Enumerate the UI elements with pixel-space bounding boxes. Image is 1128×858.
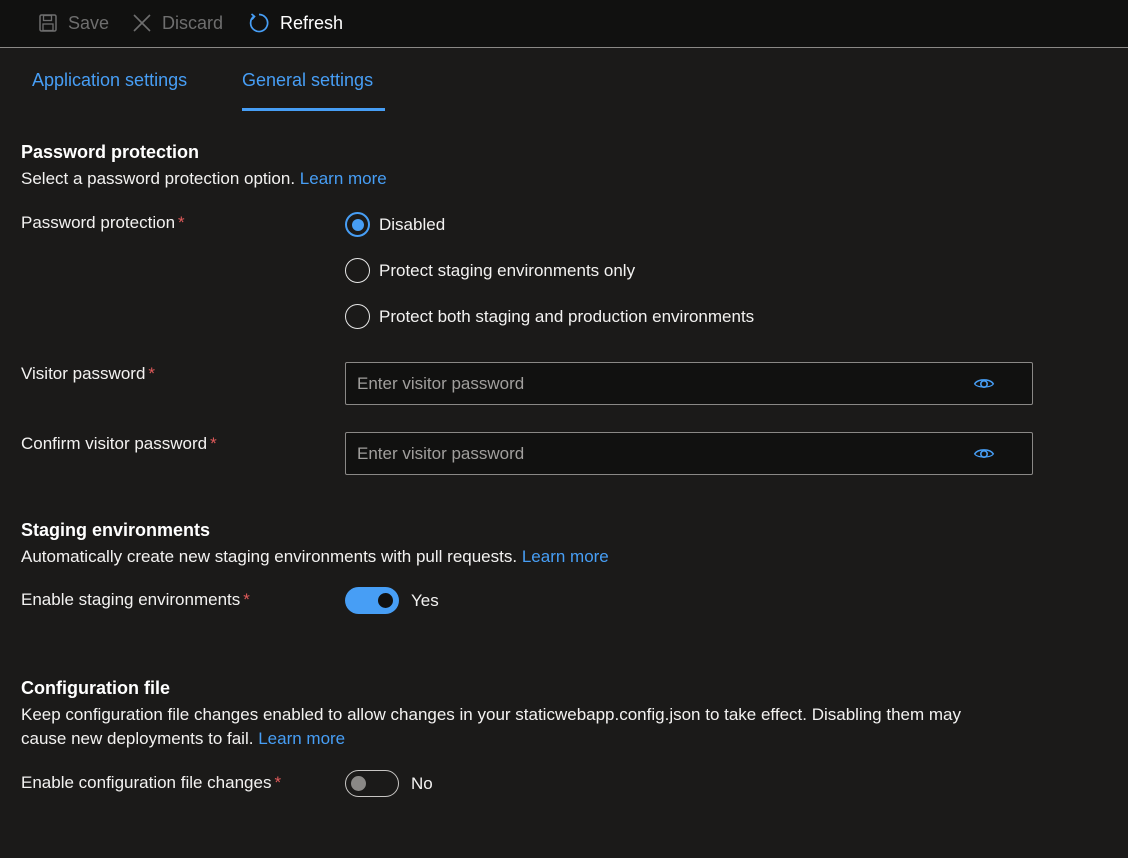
staging-section-title: Staging environments — [21, 520, 211, 540]
required-marker: * — [243, 590, 250, 609]
config-description-line2: cause new deployments to fail. — [21, 729, 254, 748]
staging-toggle[interactable] — [345, 587, 399, 614]
save-icon — [38, 13, 58, 33]
refresh-label: Refresh — [280, 12, 344, 33]
staging-section-description: Automatically create new staging environ… — [21, 545, 609, 569]
confirm-password-label: Confirm visitor password * — [21, 434, 217, 454]
confirm-password-field — [345, 432, 1033, 475]
required-marker: * — [210, 434, 217, 453]
visitor-password-field — [345, 362, 1033, 405]
password-learn-more-link[interactable]: Learn more — [300, 169, 387, 188]
radio-dot — [351, 218, 364, 231]
password-protection-label: Password protection * — [21, 213, 185, 233]
radio-option-staging-only[interactable]: Protect staging environments only — [345, 258, 635, 283]
close-icon — [132, 13, 152, 33]
toggle-knob — [351, 776, 366, 791]
staging-toggle-text: Yes — [411, 590, 439, 610]
tab-application-settings[interactable]: Application settings — [32, 70, 187, 108]
enable-config-label-text: Enable configuration file changes — [21, 773, 272, 792]
radio-button[interactable] — [345, 258, 370, 283]
refresh-icon — [248, 12, 270, 34]
radio-button-checked[interactable] — [345, 212, 370, 237]
save-button[interactable]: Save — [38, 10, 109, 36]
discard-label: Discard — [162, 12, 224, 33]
toggle-knob — [378, 593, 393, 608]
radio-option-staging-production[interactable]: Protect both staging and production envi… — [345, 304, 754, 329]
config-learn-more-link[interactable]: Learn more — [258, 729, 345, 748]
radio-button[interactable] — [345, 304, 370, 329]
config-toggle-text: No — [411, 773, 433, 793]
config-toggle-row: No — [345, 770, 433, 797]
discard-button[interactable]: Discard — [132, 10, 223, 36]
eye-icon[interactable] — [973, 375, 995, 398]
password-section-description: Select a password protection option. Lea… — [21, 167, 387, 191]
required-marker: * — [178, 213, 185, 232]
password-section-title: Password protection — [21, 142, 200, 162]
config-section-description: Keep configuration file changes enabled … — [21, 703, 1021, 751]
staging-learn-more-link[interactable]: Learn more — [522, 547, 609, 566]
enable-config-label: Enable configuration file changes * — [21, 773, 281, 793]
staging-description-text: Automatically create new staging environ… — [21, 547, 518, 566]
refresh-button[interactable]: Refresh — [248, 10, 343, 36]
visitor-password-label-text: Visitor password — [21, 364, 146, 383]
radio-label-disabled: Disabled — [379, 214, 446, 234]
config-toggle[interactable] — [345, 770, 399, 797]
staging-toggle-row: Yes — [345, 587, 439, 614]
command-bar: Save Discard Refresh — [0, 0, 1128, 48]
eye-icon[interactable] — [973, 445, 995, 468]
tab-general-settings[interactable]: General settings — [242, 70, 385, 111]
config-description-line2-wrap: cause new deployments to fail. Learn mor… — [21, 727, 1021, 751]
visitor-password-input[interactable] — [346, 363, 968, 404]
password-protection-label-text: Password protection — [21, 213, 176, 232]
required-marker: * — [274, 773, 282, 792]
radio-label-staging-production: Protect both staging and production envi… — [379, 306, 755, 326]
save-label: Save — [68, 12, 110, 33]
radio-label-staging-only: Protect staging environments only — [379, 260, 636, 280]
settings-tabs: Application settings General settings — [0, 60, 1128, 112]
config-section-title: Configuration file — [21, 678, 170, 698]
enable-staging-label: Enable staging environments * — [21, 590, 250, 610]
confirm-password-label-text: Confirm visitor password — [21, 434, 208, 453]
config-description-line1: Keep configuration file changes enabled … — [21, 705, 961, 724]
password-description-text: Select a password protection option. — [21, 169, 296, 188]
required-marker: * — [148, 364, 156, 383]
visitor-password-label: Visitor password * — [21, 364, 155, 384]
radio-option-disabled[interactable]: Disabled — [345, 212, 445, 237]
confirm-password-input[interactable] — [346, 433, 968, 474]
enable-staging-label-text: Enable staging environments — [21, 590, 241, 609]
